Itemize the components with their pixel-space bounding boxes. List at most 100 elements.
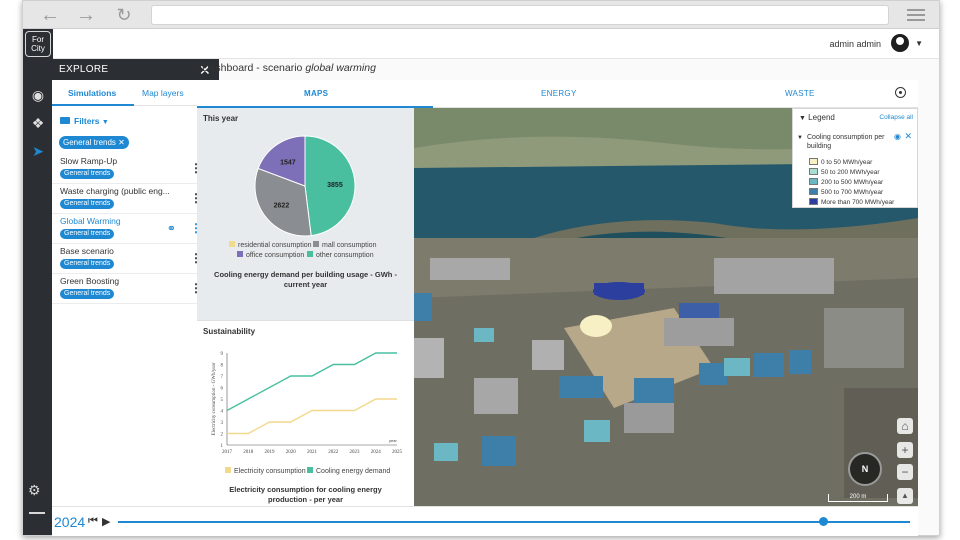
x-tick-label: 2020 [286, 450, 297, 455]
legend-swatch [307, 467, 313, 473]
scenario-item-selected[interactable]: Global Warming General trends ⚭ ⋮ [52, 214, 212, 244]
building-block [559, 376, 603, 398]
refresh-icon[interactable]: ↻ [113, 5, 135, 25]
back-arrow-icon[interactable]: ← [39, 5, 61, 25]
scenario-badge: General trends [60, 229, 115, 239]
tab-waste[interactable]: WASTE [785, 89, 815, 98]
timeline-handle[interactable] [818, 517, 828, 526]
legend-header[interactable]: ▼ Legend [799, 113, 835, 122]
y-tick-label: 9 [221, 352, 224, 357]
building-block [414, 293, 432, 321]
caption-line: Electricity consumption for cooling ener… [229, 485, 382, 494]
play-icon[interactable]: ▶ [102, 515, 110, 528]
scenario-item[interactable]: Green Boosting General trends ⋮ [52, 274, 212, 304]
legend-item: 0 to 50 MWh/year [809, 158, 872, 166]
filters-toggle[interactable]: Filters ▼ [60, 116, 109, 126]
line-chart-card: Sustainability 1 2 3 4 5 6 7 8 9 2017 2018 2019 2020… [197, 320, 414, 506]
scenario-name: Slow Ramp-Up [60, 156, 118, 166]
pie-slice-label: 3855 [327, 182, 343, 189]
scenario-item[interactable]: Slow Ramp-Up General trends ⋮ [52, 154, 212, 184]
scenario-item[interactable]: Base scenario General trends ⋮ [52, 244, 212, 274]
tab-map-layers[interactable]: Map layers [142, 88, 184, 98]
caption-line: production - per year [267, 495, 343, 504]
legend-item: other consumption [307, 251, 374, 259]
user-name[interactable]: admin admin [829, 39, 881, 49]
link-icon[interactable]: ⚭ [167, 222, 176, 235]
pie-slice-label: 2622 [274, 203, 290, 210]
tab-simulations[interactable]: Simulations [68, 88, 116, 98]
building-grey [430, 258, 510, 280]
avatar-icon[interactable] [891, 34, 909, 52]
map-legend: ▼ Legend Collapse all ▼ Cooling consumpt… [792, 108, 918, 208]
building-grey [624, 403, 674, 433]
rocket-icon[interactable]: ➤ [28, 141, 48, 161]
home-icon[interactable]: ⌂ [897, 418, 913, 434]
remove-layer-icon[interactable]: ✕ [904, 131, 912, 142]
tab-energy[interactable]: ENERGY [541, 89, 577, 98]
timeline-track[interactable] [118, 521, 910, 523]
building-grey [714, 258, 834, 294]
eye-icon[interactable]: ◉ [894, 132, 901, 141]
series-line [227, 398, 397, 435]
legend-item: Electricity consumption [225, 467, 306, 475]
layers-icon[interactable]: ❖ [28, 113, 48, 133]
hamburger-menu-icon[interactable] [907, 9, 925, 21]
timeline-toggle-icon[interactable] [29, 512, 45, 514]
explore-panel: Simulations Map layers Filters ▼ General… [52, 80, 218, 506]
legend-label: office consumption [246, 252, 305, 259]
layer-title: Cooling consumption per building [807, 134, 885, 150]
legend-swatch [225, 467, 231, 473]
building-low-consumption [580, 315, 612, 337]
active-filter-chip[interactable]: General trends ✕ [59, 136, 129, 149]
legend-swatch [307, 251, 313, 257]
legend-swatch [809, 158, 818, 165]
dashboard-tabs: MAPS ENERGY WASTE [197, 80, 918, 108]
x-tick-label: 2019 [265, 450, 276, 455]
chevron-down-icon[interactable]: ▼ [915, 39, 923, 48]
pie-chart: 3855 2622 1547 [254, 135, 356, 237]
x-tick-label: 2024 [371, 450, 382, 455]
legend-swatch [237, 251, 243, 257]
scenario-item[interactable]: Waste charging (public eng... General tr… [52, 184, 212, 214]
browser-toolbar: ← → ↻ [23, 1, 939, 29]
locate-icon[interactable] [895, 87, 906, 98]
line-chart: 1 2 3 4 5 6 7 8 9 2017 2018 2019 2020 2021 2022 2023 202… [212, 352, 403, 455]
pie-chart-card: This year 3855 2622 1547 residential consu… [197, 108, 414, 320]
building-grey [664, 318, 734, 346]
remove-filter-icon[interactable]: ✕ [118, 138, 125, 147]
y-tick-label: 6 [221, 387, 224, 392]
compass-icon[interactable]: N [848, 452, 882, 486]
tilt-up-icon[interactable]: ▲ [897, 488, 913, 504]
timeline-bar: 2024 ⏮ ▶ [52, 506, 918, 536]
zoom-out-icon[interactable]: − [897, 464, 913, 480]
dashboard-title: Dashboard - scenario global warming [202, 62, 376, 74]
settings-gear-icon[interactable]: ⚙ [28, 482, 41, 499]
legend-swatch [809, 188, 818, 195]
binoculars-icon[interactable]: ◉ [28, 85, 48, 105]
current-year: 2024 [54, 514, 86, 530]
building-block [724, 358, 750, 376]
pie-slice-label: 1547 [280, 159, 296, 166]
zoom-in-icon[interactable]: + [897, 442, 913, 458]
legend-item: 500 to 700 MWh/year [809, 188, 883, 196]
collapse-all-link[interactable]: Collapse all [879, 114, 913, 121]
legend-label: 500 to 700 MWh/year [821, 189, 884, 196]
address-bar[interactable] [151, 5, 889, 25]
scenario-badge: General trends [60, 169, 115, 179]
x-axis-tag: year [389, 438, 397, 443]
tab-maps[interactable]: MAPS [304, 89, 328, 98]
skip-back-icon[interactable]: ⏮ [88, 515, 98, 528]
y-tick-label: 4 [221, 410, 224, 415]
scale-label: 200 m [849, 494, 867, 500]
building-high-consumption [594, 283, 644, 295]
legend-item: 50 to 200 MWh/year [809, 168, 880, 176]
chevron-down-icon[interactable]: ▼ [797, 135, 803, 141]
legend-swatch [809, 178, 818, 185]
active-tab-indicator [52, 104, 134, 106]
dashboard-scenario-name: global warming [305, 62, 376, 74]
scale-bar: 200 m [828, 494, 888, 502]
forward-arrow-icon[interactable]: → [75, 5, 97, 25]
explore-title: EXPLORE [59, 64, 109, 75]
x-tick-label: 2025 [392, 450, 403, 455]
scenario-name: Green Boosting [60, 276, 120, 286]
